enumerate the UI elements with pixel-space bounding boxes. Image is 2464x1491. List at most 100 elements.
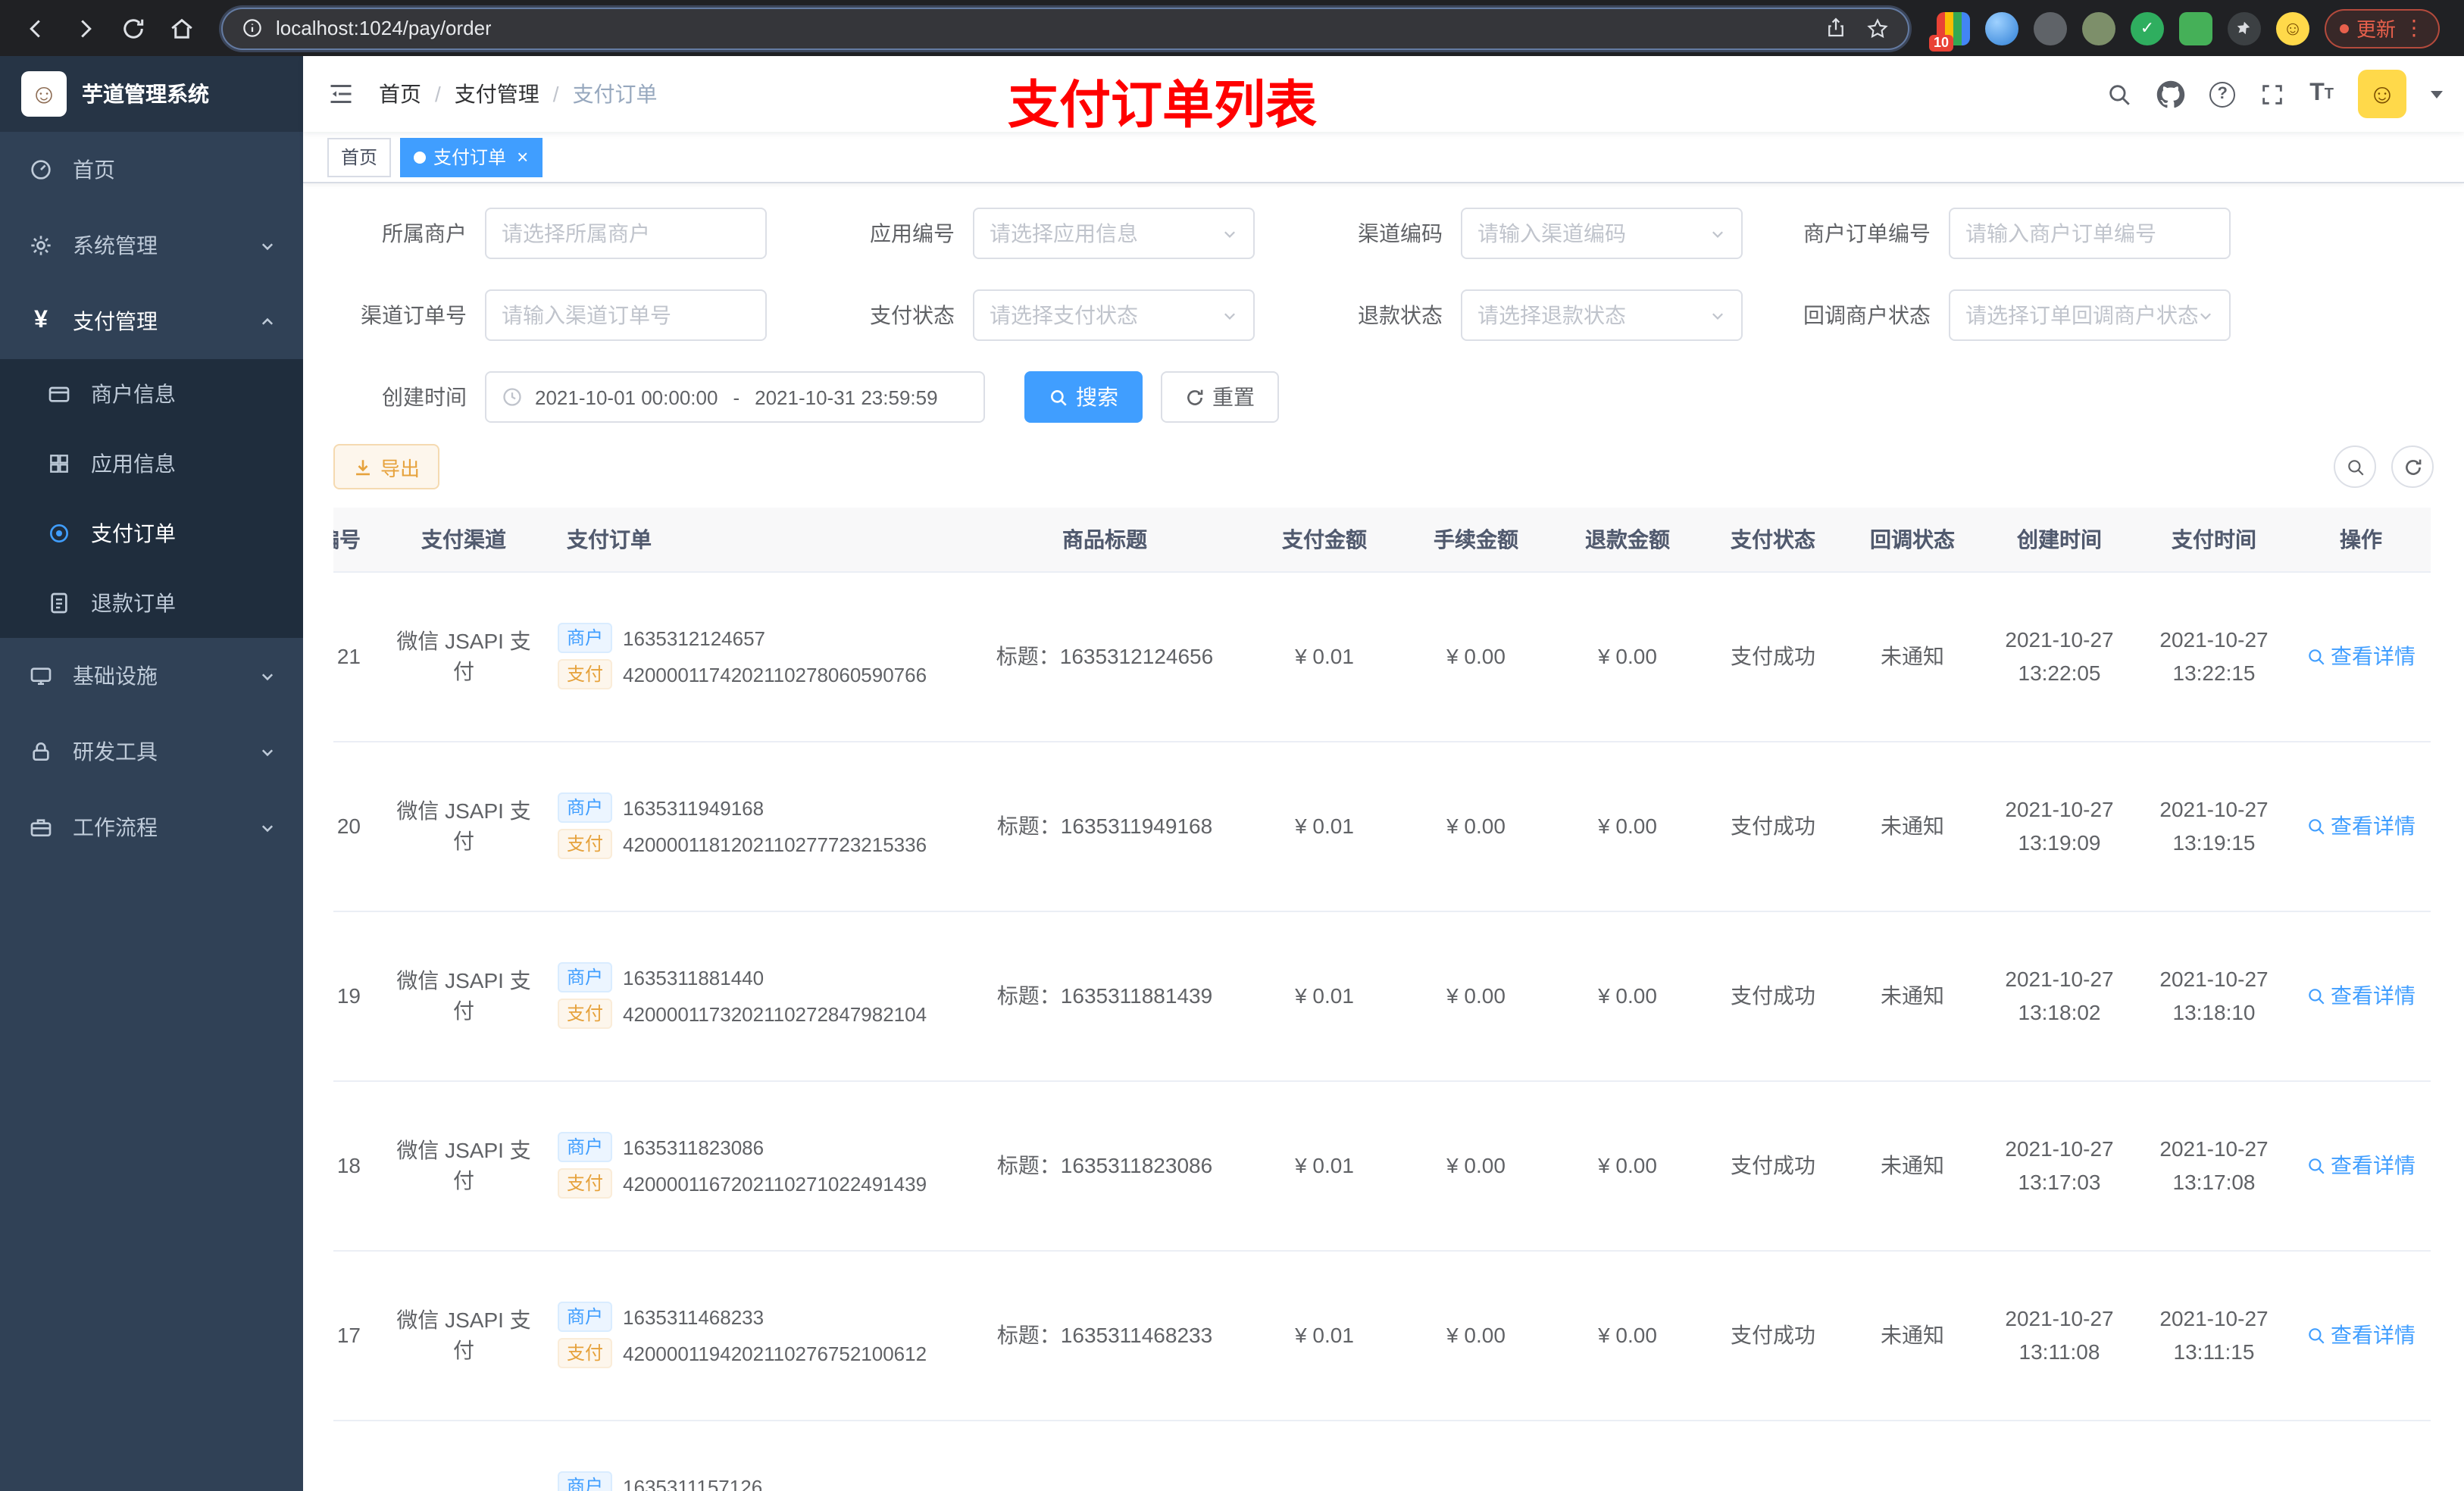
address-bar[interactable]: localhost:1024/pay/order <box>221 7 1909 49</box>
sidebar-item-merchant-info[interactable]: 商户信息 <box>0 359 303 429</box>
tab-home[interactable]: 首页 <box>327 137 392 177</box>
extension-chat-icon[interactable] <box>2178 11 2212 45</box>
channel-order-no-input[interactable] <box>485 289 767 341</box>
view-detail-link[interactable]: 查看详情 <box>2306 1320 2416 1350</box>
forward-icon[interactable] <box>64 7 106 49</box>
bookmark-star-icon[interactable] <box>1865 16 1890 40</box>
export-button[interactable]: 导出 <box>333 444 440 489</box>
app-logo-row[interactable]: ☺ 芋道管理系统 <box>0 56 303 132</box>
product-title: 标题：1635311881439 <box>961 911 1249 1081</box>
extensions-puzzle-icon[interactable] <box>2227 11 2261 45</box>
create-time: 2021-10-27 13:19:09 <box>1982 741 2137 911</box>
orders-table-container: 编号 支付渠道 支付订单 商品标题 支付金额 手续金额 退款金额 支付状态 回调… <box>333 508 2434 1491</box>
profile-avatar[interactable]: ☺ <box>2275 11 2309 45</box>
breadcrumb-payment[interactable]: 支付管理 <box>455 79 539 109</box>
close-icon[interactable]: × <box>517 147 528 167</box>
sidebar-item-label: 应用信息 <box>91 452 176 476</box>
pay-tag: 支付 <box>558 1168 613 1199</box>
order-id: 18 <box>333 1080 379 1251</box>
user-dropdown-caret-icon[interactable] <box>2431 90 2443 98</box>
merchant-order-no: 1635311468233 <box>623 1305 765 1328</box>
search-icon[interactable] <box>2106 81 2132 107</box>
tab-label: 首页 <box>341 147 378 168</box>
extension-drop-icon[interactable] <box>1984 11 2018 45</box>
order-id: 21 <box>333 571 379 742</box>
filter-label: 回调商户状态 <box>1803 303 1931 327</box>
app-select[interactable]: 请选择应用信息 <box>973 208 1255 259</box>
pay-channel: 微信 JSAPI 支付 <box>379 911 549 1081</box>
sidebar-item-app-info[interactable]: 应用信息 <box>0 429 303 499</box>
sidebar-item-system[interactable]: 系统管理 <box>0 208 303 283</box>
site-info-icon[interactable] <box>241 17 264 39</box>
merchant-input[interactable] <box>485 208 767 259</box>
reload-icon[interactable] <box>112 7 155 49</box>
fullscreen-icon[interactable] <box>2259 81 2285 107</box>
sidebar-item-label: 研发工具 <box>73 739 158 764</box>
github-icon[interactable] <box>2156 80 2185 108</box>
sidebar-toggle-icon[interactable] <box>303 56 379 132</box>
back-icon[interactable] <box>15 7 58 49</box>
view-detail-link[interactable]: 查看详情 <box>2306 1150 2416 1180</box>
view-detail-link[interactable]: 查看详情 <box>2306 811 2416 841</box>
extension-olive-icon[interactable] <box>2081 11 2115 45</box>
col-pay-status: 支付状态 <box>1703 508 1843 572</box>
pay-channel: 微信 JSAPI 支付 <box>379 571 549 742</box>
chevron-down-icon <box>1221 225 1238 242</box>
sidebar-item-infra[interactable]: 基础设施 <box>0 638 303 714</box>
order-id: 19 <box>333 911 379 1081</box>
pay-amount: ¥ 0.01 <box>1249 911 1400 1081</box>
sidebar-item-devtools[interactable]: 研发工具 <box>0 714 303 789</box>
product-title: 标题：1635311468233 <box>961 1250 1249 1421</box>
chevron-down-icon <box>259 667 276 684</box>
chevron-down-icon <box>259 743 276 760</box>
view-detail-link[interactable]: 查看详情 <box>2306 980 2416 1011</box>
update-button[interactable]: 更新 ⋮ <box>2324 8 2440 48</box>
browser-chrome: localhost:1024/pay/order 10 ✓ ☺ 更新 ⋮ <box>0 0 2464 56</box>
extension-check-icon[interactable]: ✓ <box>2130 11 2164 45</box>
merchant-order-no-input[interactable] <box>1949 208 2231 259</box>
font-size-icon[interactable]: TT <box>2309 80 2334 108</box>
sidebar-item-home[interactable]: 首页 <box>0 132 303 208</box>
date-range-picker[interactable]: 2021-10-01 00:00:00 - 2021-10-31 23:59:5… <box>485 371 985 423</box>
tab-pay-order[interactable]: 支付订单 × <box>400 137 543 177</box>
channel-code-select[interactable]: 请输入渠道编码 <box>1461 208 1743 259</box>
breadcrumb-home[interactable]: 首页 <box>379 79 421 109</box>
breadcrumb: 首页 / 支付管理 / 支付订单 <box>379 79 658 109</box>
sidebar-item-refund-order[interactable]: 退款订单 <box>0 568 303 638</box>
help-icon[interactable]: ? <box>2209 81 2236 107</box>
pay-status-select[interactable]: 请选择支付状态 <box>973 289 1255 341</box>
notify-status-select[interactable]: 请选择订单回调商户状态 <box>1949 289 2231 341</box>
refund-status-select[interactable]: 请选择退款状态 <box>1461 289 1743 341</box>
browser-menu-icon[interactable]: ⋮ <box>2403 15 2425 41</box>
pay-tag: 支付 <box>558 999 613 1029</box>
share-icon[interactable] <box>1825 17 1847 39</box>
filter-pay-status: 支付状态 请选择支付状态 <box>821 289 1255 341</box>
pay-status: 支付成功 <box>1703 741 1843 911</box>
toggle-search-icon[interactable] <box>2334 445 2376 488</box>
refresh-icon[interactable] <box>2391 445 2434 488</box>
filter-label: 支付状态 <box>870 303 955 327</box>
extension-gray-icon[interactable] <box>2033 11 2067 45</box>
reset-button[interactable]: 重置 <box>1161 371 1279 423</box>
url-text[interactable]: localhost:1024/pay/order <box>276 17 492 39</box>
view-detail-link[interactable]: 查看详情 <box>2306 641 2416 671</box>
pay-channel <box>379 1420 549 1491</box>
home-icon[interactable] <box>161 7 203 49</box>
extension-badge: 10 <box>1928 34 1953 51</box>
payment-submenu: 商户信息 应用信息 支付订单 退款订单 <box>0 359 303 638</box>
navbar: 首页 / 支付管理 / 支付订单 支付订单列表 ? T T ☺ <box>303 56 2464 135</box>
order-id: 20 <box>333 741 379 911</box>
merchant-order-no: 1635311881440 <box>623 966 765 989</box>
search-button[interactable]: 搜索 <box>1024 371 1143 423</box>
view-detail-label: 查看详情 <box>2331 814 2416 838</box>
grid-icon <box>45 452 73 476</box>
date-separator: - <box>733 386 740 408</box>
sidebar-item-pay-order[interactable]: 支付订单 <box>0 499 303 568</box>
fee-amount: ¥ 0.00 <box>1400 571 1552 742</box>
sidebar-item-payment[interactable]: ¥ 支付管理 <box>0 283 303 359</box>
extension-stats-icon[interactable]: 10 <box>1928 11 1970 51</box>
sidebar-item-workflow[interactable]: 工作流程 <box>0 789 303 865</box>
breadcrumb-current: 支付订单 <box>572 82 658 106</box>
table-row: 17 微信 JSAPI 支付 商户 1635311468233 支付 4200001… <box>333 1250 2431 1421</box>
user-avatar[interactable]: ☺ <box>2358 70 2406 118</box>
